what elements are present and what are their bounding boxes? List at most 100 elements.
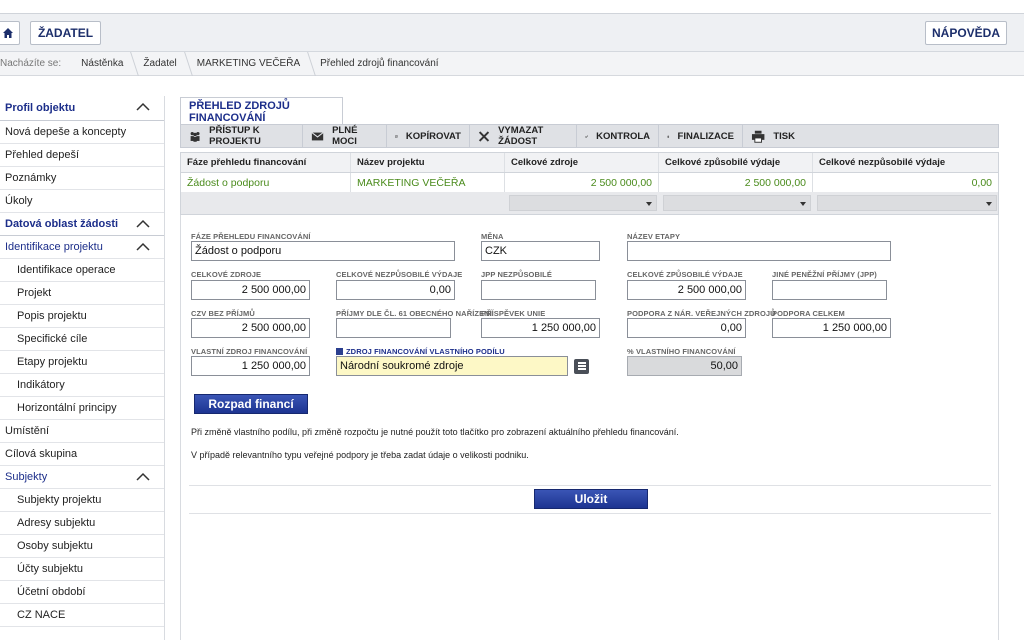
faze-field[interactable]: Žádost o podporu [191,241,455,261]
sidebar-item-label: Horizontální principy [17,402,117,414]
nezpusobile-field[interactable]: 0,00 [336,280,455,300]
grid-cell-faze: Žádost o podporu [181,173,351,193]
filter-select-nezpusobile[interactable] [817,195,997,211]
filter-select-celkove-zdroje[interactable] [509,195,657,211]
grid-header-nezpusobile[interactable]: Celkové nezpůsobilé výdaje [813,153,998,172]
sidebar-item-osoby-subjektu[interactable]: Osoby subjektu [0,535,164,558]
prispevek-field[interactable]: 1 250 000,00 [481,318,600,338]
czv-field[interactable]: 2 500 000,00 [191,318,310,338]
home-button[interactable] [0,21,20,45]
sidebar-section-datova-oblast[interactable]: Datová oblast žádosti [0,213,164,236]
note-verejna-podpora: V případě relevantního typu veřejné podp… [191,450,529,460]
filter-select-zpusobile[interactable] [663,195,811,211]
sidebar-item-label: Profil objektu [5,102,76,114]
sidebar-item-nova-depese[interactable]: Nová depeše a koncepty [0,121,164,144]
sidebar-item-horizontalni-principy[interactable]: Horizontální principy [0,397,164,420]
kontrola-button[interactable]: KONTROLA [577,125,659,147]
kopirovat-button[interactable]: KOPÍROVAT [387,125,470,147]
zdroj-vlastniho-podilu-field[interactable]: Národní soukromé zdroje [336,356,568,376]
breadcrumb-item-zadatel[interactable]: Žadatel [135,52,188,76]
tisk-button[interactable]: TISK [743,125,803,147]
grid-header-nazev[interactable]: Název projektu [351,153,505,172]
prijmy-label: PŘÍJMY DLE ČL. 61 OBECNÉHO NAŘÍZENÍ [336,309,492,318]
podpora-nar-field[interactable]: 0,00 [627,318,746,338]
jine-prijmy-field[interactable] [772,280,887,300]
note-vlastni-podil: Při změně vlastního podílu, při změně ro… [191,427,679,437]
sidebar-item-subjekty-projektu[interactable]: Subjekty projektu [0,489,164,512]
sidebar-item-specificke-cile[interactable]: Specifické cíle [0,328,164,351]
sidebar-item-label: Nová depeše a koncepty [5,126,127,138]
sidebar-item-indikatory[interactable]: Indikátory [0,374,164,397]
sidebar-item-label: Identifikace projektu [5,241,103,253]
sidebar-item-label: Účetní období [17,586,86,598]
vymazat-zadost-button[interactable]: VYMAZAT ŽÁDOST [470,125,577,147]
prijmy-field[interactable] [336,318,451,338]
toolbar-label: KOPÍROVAT [405,130,461,142]
required-icon [336,348,343,355]
breadcrumb-item-project[interactable]: MARKETING VEČEŘA [189,52,312,76]
people-icon [190,131,200,142]
chevron-up-icon [136,102,150,111]
sidebar-item-prehled-depesi[interactable]: Přehled depeší [0,144,164,167]
sidebar-section-profil[interactable]: Profil objektu [0,96,164,121]
grid-header-celkove-zdroje[interactable]: Celkové zdroje [505,153,659,172]
napoveda-button[interactable]: NÁPOVĚDA [925,21,1007,45]
sidebar-item-umisteni[interactable]: Umístění [0,420,164,443]
sidebar-item-label: Popis projektu [17,310,87,322]
sidebar-item-ukoly[interactable]: Úkoly [0,190,164,213]
breadcrumb: Nacházíte se: Nástěnka Žadatel MARKETING… [0,52,1024,76]
zpusobile-field[interactable]: 2 500 000,00 [627,280,746,300]
sidebar-item-poznamky[interactable]: Poznámky [0,167,164,190]
plne-moci-button[interactable]: PLNÉ MOCI [303,125,387,147]
pristup-k-projektu-button[interactable]: PŘÍSTUP K PROJEKTU [181,125,303,147]
sidebar-section-subjekty[interactable]: Subjekty [0,466,164,489]
breadcrumb-item-nastenka[interactable]: Nástěnka [73,52,135,76]
save-button[interactable]: Uložit [534,489,648,509]
sidebar-item-cz-nace[interactable]: CZ NACE [0,604,164,627]
sidebar-item-label: Účty subjektu [17,563,84,575]
grid-header-faze[interactable]: Fáze přehledu financování [181,153,351,172]
nazev-etapy-label: NÁZEV ETAPY [627,232,681,241]
sidebar-item-label: Identifikace operace [17,264,116,276]
mena-field[interactable]: CZK [481,241,600,261]
sidebar-item-label: Osoby subjektu [17,540,93,552]
page-title-tab[interactable]: PŘEHLED ZDROJŮ FINANCOVÁNÍ [180,97,343,125]
home-icon [3,28,13,38]
sidebar-item-ucty-subjektu[interactable]: Účty subjektu [0,558,164,581]
sidebar-item-adresy-subjektu[interactable]: Adresy subjektu [0,512,164,535]
sidebar-item-ucetni-obdobi[interactable]: Účetní období [0,581,164,604]
vlastni-zdroj-field[interactable]: 1 250 000,00 [191,356,310,376]
grid-header-zpusobile[interactable]: Celkové způsobilé výdaje [659,153,813,172]
sidebar-item-cilova-skupina[interactable]: Cílová skupina [0,443,164,466]
sidebar-item-label: Adresy subjektu [17,517,96,529]
sidebar-item-label: Specifické cíle [17,333,88,345]
sidebar-item-label: Subjekty projektu [17,494,102,506]
grid-filter-row [180,192,999,215]
finalizace-button[interactable]: FINALIZACE [659,125,743,147]
list-icon[interactable] [574,359,589,374]
sidebar-item-label: Projekt [17,287,52,299]
sidebar-item-label: Etapy projektu [17,356,88,368]
zadatel-button[interactable]: ŽADATEL [30,21,101,45]
sidebar-item-etapy-projektu[interactable]: Etapy projektu [0,351,164,374]
podpora-celkem-field[interactable]: 1 250 000,00 [772,318,891,338]
table-row[interactable]: Žádost o podporu MARKETING VEČEŘA 2 500 … [181,173,998,193]
sidebar-section-identifikace[interactable]: Identifikace projektu [0,236,164,259]
toolbar-label: FINALIZACE [677,130,734,142]
chevron-up-icon [136,242,150,251]
grid-cell-celkove-zdroje: 2 500 000,00 [505,173,659,193]
chevron-up-icon [136,219,150,228]
nazev-etapy-field[interactable] [627,241,891,261]
rozpad-financi-button[interactable]: Rozpad financí [194,394,308,414]
sidebar-item-projekt[interactable]: Projekt [0,282,164,305]
sidebar-item-identifikace-operace[interactable]: Identifikace operace [0,259,164,282]
jpp-nezpusobile-field[interactable] [481,280,596,300]
zpusobile-label: CELKOVÉ ZPŮSOBILÉ VÝDAJE [627,270,743,279]
jine-prijmy-label: JINÉ PENĚŽNÍ PŘÍJMY (JPP) [772,270,877,279]
sidebar-item-label: Subjekty [5,471,48,483]
sidebar-item-label: Umístění [5,425,50,437]
nezpusobile-label: CELKOVÉ NEZPŮSOBILÉ VÝDAJE [336,270,463,279]
sidebar-item-popis-projektu[interactable]: Popis projektu [0,305,164,328]
jpp-nezpusobile-label: JPP NEZPŮSOBILÉ [481,270,552,279]
celkove-zdroje-field[interactable]: 2 500 000,00 [191,280,310,300]
